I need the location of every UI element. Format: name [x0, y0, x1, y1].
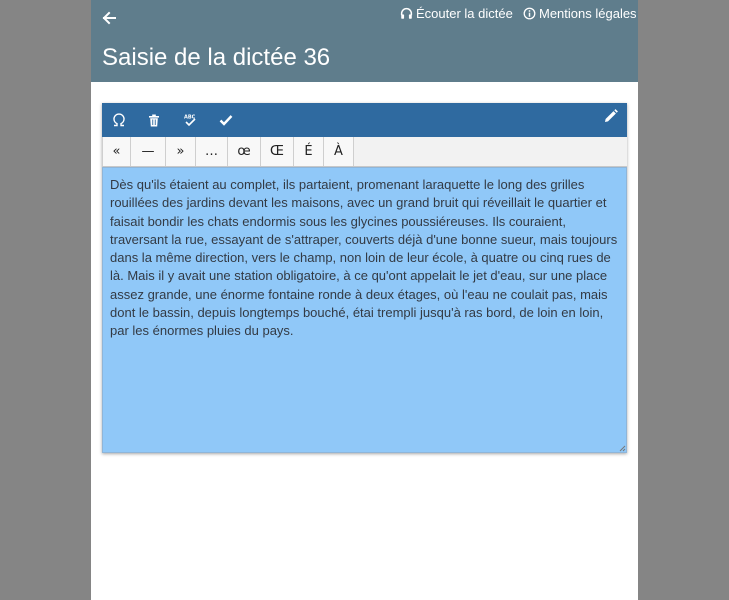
listen-dictation-label: Écouter la dictée: [416, 6, 513, 21]
resize-handle-icon[interactable]: [618, 444, 626, 452]
char-button-oe-lower[interactable]: œ: [228, 137, 261, 166]
omega-icon: [113, 113, 125, 127]
char-button-ellipsis[interactable]: …: [196, 137, 228, 166]
info-circle-icon: [523, 7, 536, 20]
clear-text-button[interactable]: [139, 103, 169, 137]
headphones-icon: [400, 7, 413, 19]
validate-button[interactable]: [211, 103, 241, 137]
spellcheck-button[interactable]: ABC: [175, 103, 205, 137]
page-title: Saisie de la dictée 36: [102, 44, 331, 71]
special-chars-button[interactable]: [104, 103, 134, 137]
trash-icon: [149, 114, 159, 126]
char-button-right-guillemet[interactable]: »: [166, 137, 196, 166]
dictation-textarea[interactable]: Dès qu'ils étaient au complet, ils parta…: [102, 167, 627, 453]
char-button-left-guillemet[interactable]: «: [102, 137, 131, 166]
editor-toolbar: ABC: [102, 103, 627, 137]
edit-button[interactable]: [596, 99, 626, 133]
dictation-editor: ABC « — » … œ Œ É À Dès qu'ils étaient a…: [102, 103, 627, 453]
listen-dictation-link[interactable]: Écouter la dictée: [400, 6, 513, 21]
char-button-oe-upper[interactable]: Œ: [261, 137, 294, 166]
spellcheck-icon: ABC: [184, 115, 196, 127]
char-button-em-dash[interactable]: —: [131, 137, 166, 166]
arrow-left-icon: [102, 11, 116, 25]
back-button[interactable]: [99, 8, 119, 28]
legal-notice-label: Mentions légales: [539, 6, 637, 21]
char-button-e-acute-upper[interactable]: É: [294, 137, 324, 166]
pencil-icon: [605, 109, 618, 122]
special-characters-bar: « — » … œ Œ É À: [102, 137, 627, 167]
app-header: Écouter la dictée Mentions légales Saisi…: [91, 0, 638, 82]
legal-notice-link[interactable]: Mentions légales: [523, 6, 637, 21]
page: Écouter la dictée Mentions légales Saisi…: [91, 0, 638, 600]
check-icon: [219, 115, 233, 126]
char-button-a-grave-upper[interactable]: À: [324, 137, 354, 166]
